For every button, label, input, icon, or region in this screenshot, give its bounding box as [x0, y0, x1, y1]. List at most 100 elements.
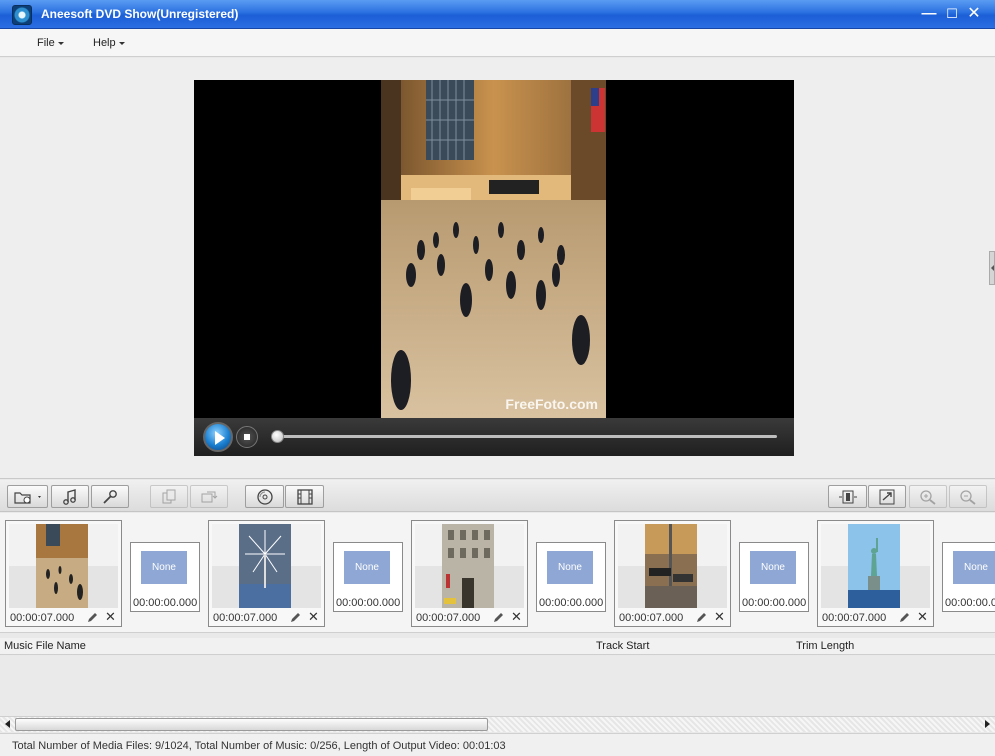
music-list[interactable] — [0, 656, 995, 716]
transition-card[interactable]: None 00:00:00.000 — [536, 542, 606, 612]
add-music-button[interactable] — [51, 485, 89, 508]
player-controls — [194, 418, 794, 456]
disc-icon — [256, 488, 273, 505]
menu-help-label: Help — [93, 37, 116, 49]
panel-icon — [838, 490, 857, 503]
expand-icon — [879, 489, 895, 504]
chevron-down-icon — [118, 41, 125, 45]
statue-of-liberty-thumbnail — [848, 524, 900, 608]
transition-label: None — [953, 551, 995, 584]
transition-duration: 00:00:00.000 — [539, 597, 604, 609]
zoom-in-button[interactable] — [909, 485, 947, 508]
clip-duration: 00:00:07.000 — [416, 612, 481, 624]
clip-card[interactable]: 00:00:07.000 ✕ — [208, 520, 325, 627]
scrollbar-thumb[interactable] — [15, 718, 488, 731]
delete-icon[interactable]: ✕ — [511, 610, 522, 623]
clip-card[interactable]: 00:00:07.000 ✕ — [5, 520, 122, 627]
transition-label: None — [750, 551, 796, 584]
video-watermark: FreeFoto.com — [505, 396, 598, 412]
building-thumbnail — [442, 524, 494, 608]
zoom-in-icon — [920, 489, 936, 505]
transition-card[interactable]: None 00:00:00.000 — [739, 542, 809, 612]
pencil-icon[interactable] — [87, 612, 98, 623]
transition-duration: 00:00:00.000 — [133, 597, 198, 609]
clip-duration: 00:00:07.000 — [213, 612, 278, 624]
play-button[interactable] — [203, 422, 233, 452]
add-media-button[interactable] — [7, 485, 48, 508]
side-panel-toggle[interactable] — [989, 251, 995, 285]
delete-icon[interactable]: ✕ — [105, 610, 116, 623]
clip-thumbnail-area — [618, 524, 727, 608]
menu-help[interactable]: Help — [93, 37, 125, 49]
clip-thumbnail — [848, 524, 900, 608]
transition-duration: 00:00:00.000 — [945, 597, 995, 609]
toolbar — [0, 480, 995, 512]
horizontal-scrollbar[interactable] — [0, 716, 995, 732]
transition-card[interactable]: None 00:00:00.000 — [130, 542, 200, 612]
music-table-header: Music File Name Track Start Trim Length — [0, 638, 995, 655]
column-track-start[interactable]: Track Start — [596, 640, 649, 652]
seek-thumb[interactable] — [271, 430, 284, 443]
edit-tool-button[interactable] — [91, 485, 129, 508]
street-sign-thumbnail — [645, 524, 697, 608]
wrench-icon — [103, 489, 117, 504]
rotate-icon — [201, 491, 218, 502]
scroll-left-icon[interactable] — [5, 720, 10, 728]
clip-duration: 00:00:07.000 — [10, 612, 75, 624]
zoom-out-icon — [960, 489, 976, 505]
delete-icon[interactable]: ✕ — [917, 610, 928, 623]
clip-card[interactable]: 00:00:07.000 ✕ — [614, 520, 731, 627]
station-hall-image — [381, 80, 606, 418]
clip-card[interactable]: 00:00:07.000 ✕ — [817, 520, 934, 627]
transition-duration: 00:00:00.000 — [336, 597, 401, 609]
add-folder-icon — [13, 491, 41, 504]
menu-file-label: File — [37, 37, 55, 49]
close-button[interactable]: ✕ — [964, 5, 984, 23]
clip-thumbnail-area — [212, 524, 321, 608]
clip-thumbnail — [239, 524, 291, 608]
pencil-icon[interactable] — [493, 612, 504, 623]
rotate-button[interactable] — [190, 485, 228, 508]
delete-icon[interactable]: ✕ — [714, 610, 725, 623]
clip-thumbnail — [36, 524, 88, 608]
copy-button[interactable] — [150, 485, 188, 508]
status-bar: Total Number of Media Files: 9/1024, Tot… — [0, 733, 995, 756]
app-logo-icon — [12, 5, 32, 25]
fullscreen-button[interactable] — [868, 485, 906, 508]
zoom-out-button[interactable] — [949, 485, 987, 508]
column-music-file-name[interactable]: Music File Name — [4, 640, 86, 652]
clip-card[interactable]: 00:00:07.000 ✕ — [411, 520, 528, 627]
pencil-icon[interactable] — [899, 612, 910, 623]
pencil-icon[interactable] — [696, 612, 707, 623]
transition-card[interactable]: None 00:00:00.000 — [942, 542, 995, 612]
transition-label: None — [141, 551, 187, 584]
clip-thumbnail-area — [821, 524, 930, 608]
menu-bar: File Help — [0, 29, 995, 57]
clip-thumbnail — [442, 524, 494, 608]
toggle-panel-button[interactable] — [828, 485, 867, 508]
film-strip-button[interactable] — [285, 485, 324, 508]
burn-disc-button[interactable] — [245, 485, 284, 508]
delete-icon[interactable]: ✕ — [308, 610, 319, 623]
video-frame: FreeFoto.com — [381, 80, 606, 418]
scroll-right-icon[interactable] — [985, 720, 990, 728]
seek-bar[interactable] — [271, 430, 777, 443]
window-title: Aneesoft DVD Show(Unregistered) — [41, 7, 239, 21]
storyboard: 00:00:07.000 ✕ None 00:00:00.000 00:00:0… — [0, 513, 995, 633]
stop-button[interactable] — [236, 426, 258, 448]
clip-duration: 00:00:07.000 — [822, 612, 887, 624]
column-trim-length[interactable]: Trim Length — [796, 640, 854, 652]
transition-label: None — [344, 551, 390, 584]
minimize-button[interactable]: — — [919, 5, 939, 23]
transition-card[interactable]: None 00:00:00.000 — [333, 542, 403, 612]
maximize-button[interactable]: ☐ — [942, 5, 962, 23]
title-bar: Aneesoft DVD Show(Unregistered) — ☐ ✕ — [0, 0, 995, 29]
chevron-down-icon — [57, 41, 64, 45]
menu-file[interactable]: File — [37, 37, 64, 49]
clip-thumbnail-area — [415, 524, 524, 608]
clip-thumbnail — [645, 524, 697, 608]
fountain-thumbnail — [239, 524, 291, 608]
video-player: FreeFoto.com — [194, 80, 794, 456]
station-hall-thumbnail — [36, 524, 88, 608]
pencil-icon[interactable] — [290, 612, 301, 623]
